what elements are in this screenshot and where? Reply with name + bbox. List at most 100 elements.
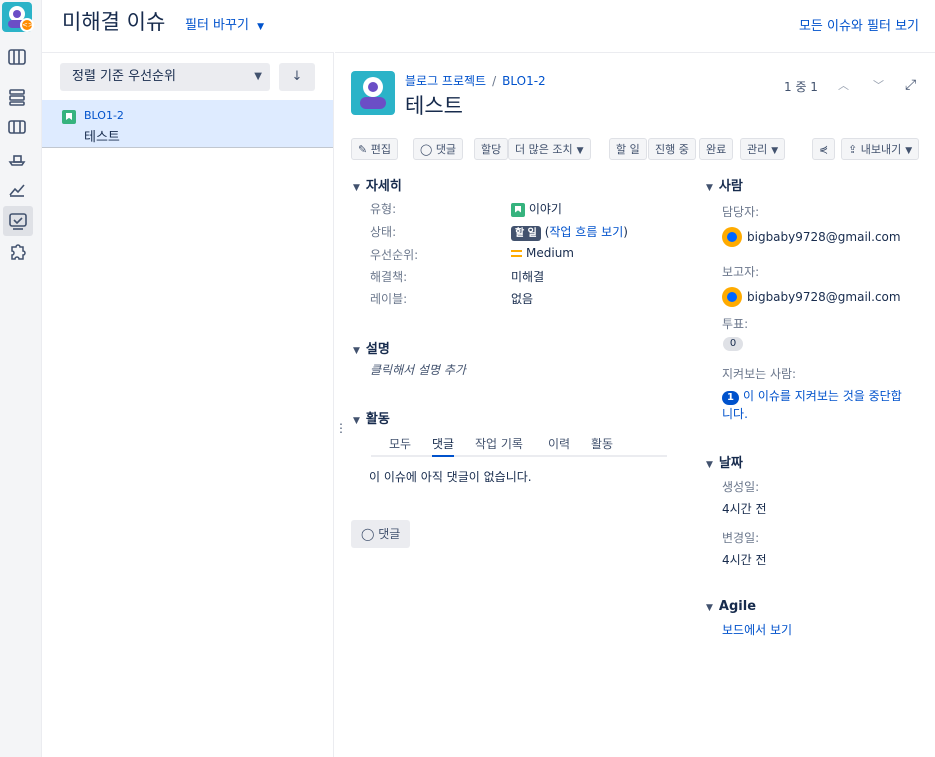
issue-title[interactable]: 테스트 — [405, 90, 463, 120]
more-actions-button[interactable]: 더 많은 조치 ▼ — [508, 138, 591, 160]
stop-watching-link[interactable]: 1이 이슈를 지켜보는 것을 중단합 니다. — [722, 387, 932, 423]
people-heading: 사람 — [718, 179, 743, 194]
resize-handle-icon[interactable]: ⋮ — [335, 421, 347, 435]
type-label: 유형: — [370, 202, 397, 216]
sort-order-select[interactable]: 정렬 기준 우선순위 ▼ — [60, 63, 270, 91]
breadcrumb: 블로그 프로젝트 / BLO1-2 — [405, 72, 546, 89]
admin-button[interactable]: 관리 ▼ — [740, 138, 786, 160]
watchers-label: 지켜보는 사람: — [722, 367, 797, 381]
assignee-value[interactable]: bigbaby9728@gmail.com — [747, 230, 901, 244]
activity-tabs: 모두 댓글 작업 기록 이력 활동 — [371, 433, 667, 457]
tab-history[interactable]: 이력 — [548, 435, 570, 452]
admin-label: 관리 — [747, 143, 768, 156]
in-progress-button[interactable]: 진행 중 — [648, 138, 696, 160]
chevron-down-icon: ▼ — [353, 183, 360, 193]
agile-heading: Agile — [718, 599, 757, 614]
issue-detail-panel: ⋮ 블로그 프로젝트 / BLO1-2 테스트 1 중 1 ︿ ﹀ ⤢ ✎ 편집 ◯… — [335, 52, 935, 757]
type-value: 이야기 — [511, 200, 562, 217]
created-label: 생성일: — [722, 480, 760, 494]
stop-watching-text-1: 이 이슈를 지켜보는 것을 중단합 — [742, 389, 902, 403]
comment-icon: ◯ — [361, 527, 375, 541]
reporter-label: 보고자: — [722, 265, 760, 279]
description-placeholder[interactable]: 클릭해서 설명 추가 — [370, 361, 466, 378]
backlog-icon[interactable] — [6, 46, 28, 68]
resolution-value: 미해결 — [511, 270, 545, 284]
export-label: 내보내기 — [860, 143, 902, 156]
chevron-down-icon: ▼ — [706, 183, 713, 193]
columns-icon[interactable] — [6, 116, 28, 138]
issues-icon[interactable] — [3, 206, 33, 236]
list-item[interactable]: BLO1-2 테스트 — [42, 100, 333, 148]
assign-button[interactable]: 할당 — [474, 138, 509, 160]
dates-section-toggle[interactable]: ▼ 날짜 — [706, 452, 743, 471]
avatar — [722, 227, 742, 247]
share-button[interactable]: ⋞ — [812, 138, 836, 160]
pager-text: 1 중 1 — [784, 80, 818, 94]
add-comment-button[interactable]: ◯ 댓글 — [351, 520, 411, 548]
breadcrumb-separator: / — [492, 74, 497, 88]
view-on-board-link[interactable]: 보드에서 보기 — [722, 621, 792, 638]
todo-button[interactable]: 할 일 — [609, 138, 647, 160]
avatar — [722, 287, 742, 307]
comment-button[interactable]: ◯ 댓글 — [413, 138, 464, 160]
details-heading: 자세히 — [365, 179, 402, 194]
tab-comments[interactable]: 댓글 — [432, 435, 455, 457]
project-avatar-icon[interactable]: <> — [2, 2, 34, 32]
chevron-down-icon: ▼ — [254, 71, 262, 82]
status-label: 상태: — [370, 225, 397, 239]
chevron-down-icon: ▼ — [706, 603, 713, 613]
votes-count[interactable]: 0 — [723, 337, 743, 351]
export-button[interactable]: ⇪ 내보내기 ▼ — [841, 138, 920, 160]
priority-value: Medium — [511, 246, 574, 260]
chevron-down-icon: ▼ — [576, 146, 584, 156]
chevron-down-icon: ▼ — [771, 146, 779, 156]
type-text: 이야기 — [528, 202, 562, 216]
sort-direction-button[interactable]: ↓ — [279, 63, 315, 91]
people-section-toggle[interactable]: ▼ 사람 — [706, 175, 743, 194]
switch-filter-label: 필터 바꾸기 — [185, 18, 249, 33]
agile-section-toggle[interactable]: ▼ Agile — [706, 599, 756, 614]
project-avatar-icon — [351, 71, 395, 115]
breadcrumb-project-link[interactable]: 블로그 프로젝트 — [405, 74, 486, 88]
chevron-down-icon: ▼ — [353, 346, 360, 356]
view-all-issues-link[interactable]: 모든 이슈와 필터 보기 — [799, 15, 919, 34]
labels-value[interactable]: 없음 — [511, 290, 533, 307]
tab-worklog[interactable]: 작업 기록 — [475, 435, 523, 452]
priority-label: 우선순위: — [370, 248, 419, 262]
no-comments-message: 이 이슈에 아직 댓글이 없습니다. — [369, 470, 532, 484]
description-section-toggle[interactable]: ▼ 설명 — [353, 338, 390, 357]
comment-label: 댓글 — [435, 143, 457, 156]
export-icon: ⇪ — [848, 143, 858, 156]
stop-watching-text-2: 니다. — [722, 407, 748, 421]
activity-section-toggle[interactable]: ▼ 활동 — [353, 408, 390, 427]
priority-text: Medium — [526, 246, 574, 260]
status-value: 할 일 (작업 흐름 보기) — [511, 223, 628, 241]
updated-label: 변경일: — [722, 531, 760, 545]
expand-icon[interactable]: ⤢ — [905, 77, 916, 93]
breadcrumb-issue-key-link[interactable]: BLO1-2 — [502, 74, 546, 88]
issue-key[interactable]: BLO1-2 — [84, 109, 124, 122]
addons-icon[interactable] — [6, 242, 28, 264]
details-section-toggle[interactable]: ▼ 자세히 — [353, 175, 402, 194]
view-workflow-link[interactable]: 작업 흐름 보기 — [549, 225, 623, 239]
story-icon — [62, 110, 76, 124]
next-issue-icon[interactable]: ﹀ — [873, 77, 884, 93]
edit-label: 편집 — [370, 143, 391, 156]
chevron-down-icon: ▼ — [706, 460, 713, 470]
board-icon[interactable] — [6, 86, 28, 108]
switch-filter-dropdown[interactable]: 필터 바꾸기 ▼ — [185, 14, 264, 33]
reports-icon[interactable] — [6, 178, 28, 200]
assignee-label: 담당자: — [722, 205, 760, 219]
chevron-down-icon: ▼ — [905, 146, 913, 156]
tab-activity[interactable]: 활동 — [591, 435, 613, 452]
done-button[interactable]: 완료 — [699, 138, 734, 160]
releases-icon[interactable] — [6, 147, 28, 169]
edit-button[interactable]: ✎ 편집 — [351, 138, 398, 160]
comment-icon: ◯ — [420, 143, 433, 156]
share-icon: ⋞ — [819, 143, 829, 156]
tab-all[interactable]: 모두 — [389, 435, 411, 452]
previous-issue-icon[interactable]: ︿ — [838, 77, 849, 93]
add-comment-label: 댓글 — [378, 527, 401, 541]
reporter-value[interactable]: bigbaby9728@gmail.com — [747, 290, 901, 304]
story-icon — [511, 202, 525, 217]
